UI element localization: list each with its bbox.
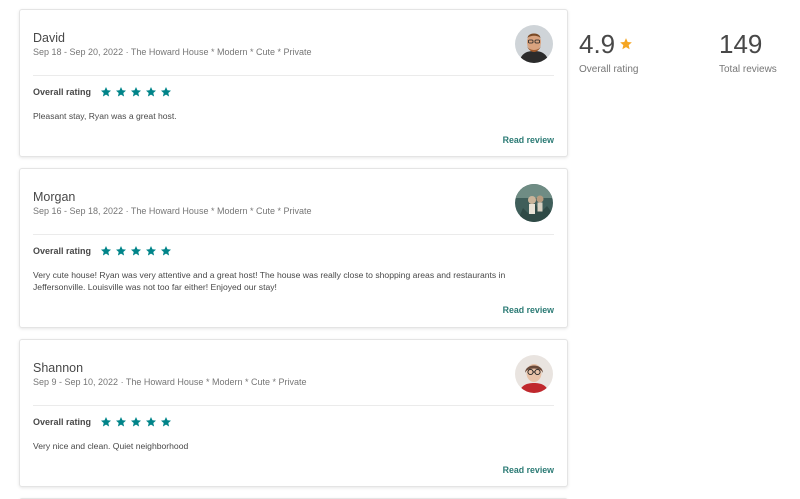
star-icon: [620, 38, 632, 50]
rating-row: Overall rating: [33, 415, 172, 429]
overall-rating-value: 4.9: [579, 29, 616, 59]
stay-details: Sep 9 - Sep 10, 2022 · The Howard House …: [33, 377, 307, 387]
divider: [33, 75, 554, 76]
rating-label: Overall rating: [33, 87, 92, 97]
avatar[interactable]: [515, 25, 553, 63]
star-icon: [101, 87, 112, 97]
star-icon: [131, 246, 142, 256]
read-review-link[interactable]: Read review: [503, 135, 554, 145]
divider: [33, 405, 554, 406]
star-icon: [116, 246, 127, 256]
stay-details: Sep 18 - Sep 20, 2022 · The Howard House…: [33, 47, 312, 57]
review-card: Shannon Sep 9 - Sep 10, 2022 · The Howar…: [19, 339, 568, 487]
overall-rating-value-row: 4.9: [579, 28, 638, 60]
rating-row: Overall rating: [33, 244, 172, 258]
star-icon: [101, 417, 112, 427]
star-icon: [146, 417, 157, 427]
review-header: Shannon Sep 9 - Sep 10, 2022 · The Howar…: [20, 340, 567, 406]
overall-rating-label: Overall rating: [579, 64, 639, 75]
divider: [33, 234, 554, 235]
star-icon: [116, 87, 127, 97]
star-icon: [131, 417, 142, 427]
star-icon: [131, 87, 142, 97]
star-rating: [100, 245, 172, 257]
total-reviews-value: 149: [719, 29, 763, 59]
total-reviews-stat: 149 Total reviews: [719, 28, 777, 75]
review-text: Pleasant stay, Ryan was a great host.: [33, 111, 177, 121]
avatar[interactable]: [515, 184, 553, 222]
review-text: Very cute house! Ryan was very attentive…: [33, 270, 506, 292]
review-card: Morgan Sep 16 - Sep 18, 2022 · The Howar…: [19, 168, 568, 328]
reviews-page: David Sep 18 - Sep 20, 2022 · The Howard…: [0, 0, 800, 499]
star-icon: [161, 417, 172, 427]
read-review-link[interactable]: Read review: [503, 305, 554, 315]
rating-label: Overall rating: [33, 417, 92, 427]
star-icon: [116, 417, 127, 427]
reviewer-name: Morgan: [33, 190, 76, 204]
reviewer-name: Shannon: [33, 361, 84, 375]
total-reviews-label: Total reviews: [719, 64, 777, 75]
star-icon: [161, 87, 172, 97]
stay-details: Sep 16 - Sep 18, 2022 · The Howard House…: [33, 206, 312, 216]
review-text: Very nice and clean. Quiet neighborhood: [33, 441, 189, 451]
review-header: David Sep 18 - Sep 20, 2022 · The Howard…: [20, 10, 567, 76]
rating-label: Overall rating: [33, 246, 92, 256]
star-rating: [100, 416, 172, 428]
avatar-image: [515, 25, 553, 63]
avatar-image: [515, 184, 553, 222]
avatar-image: [515, 355, 553, 393]
star-rating: [100, 86, 172, 98]
read-review-link[interactable]: Read review: [503, 465, 554, 475]
review-card: David Sep 18 - Sep 20, 2022 · The Howard…: [19, 9, 568, 157]
rating-row: Overall rating: [33, 85, 172, 99]
total-reviews-value-row: 149: [719, 28, 777, 60]
star-icon: [161, 246, 172, 256]
star-icon: [101, 246, 112, 256]
avatar[interactable]: [515, 355, 553, 393]
reviewer-name: David: [33, 31, 65, 45]
star-icon: [146, 246, 157, 256]
star-icon: [146, 87, 157, 97]
review-header: Morgan Sep 16 - Sep 18, 2022 · The Howar…: [20, 169, 567, 235]
overall-rating-stat: 4.9 Overall rating: [579, 28, 638, 75]
